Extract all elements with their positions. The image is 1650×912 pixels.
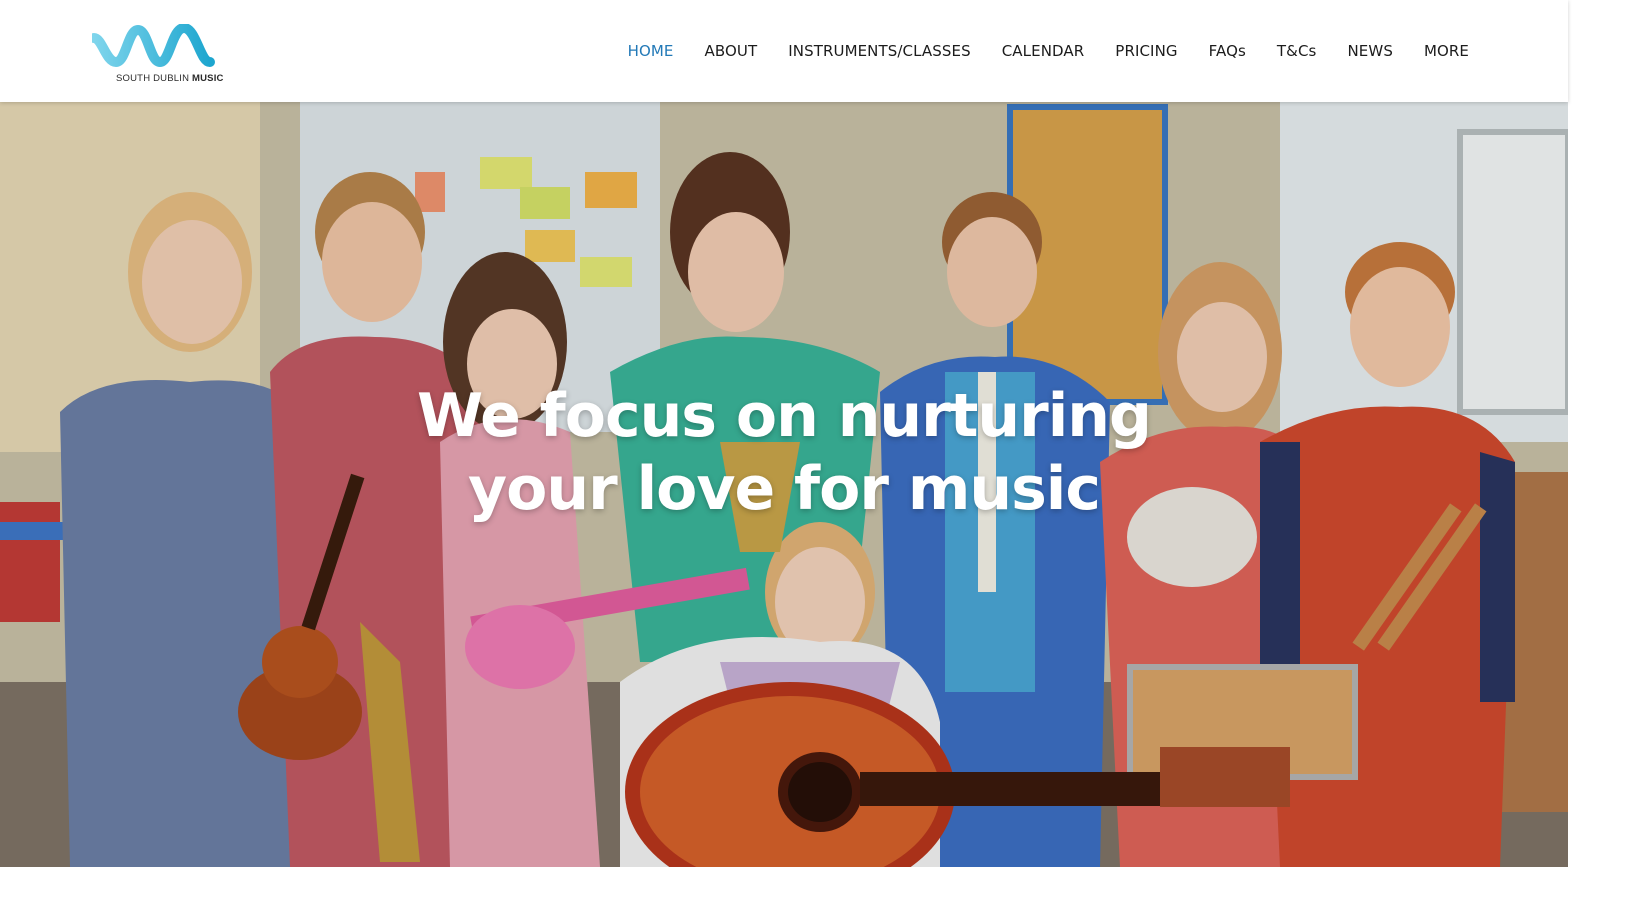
- hero-section: We focus on nurturing your love for musi…: [0, 102, 1568, 867]
- logo-text: SOUTH DUBLIN MUSIC: [116, 73, 224, 84]
- hero-title-line-2: your love for music: [468, 454, 1101, 524]
- nav-instruments-classes[interactable]: INSTRUMENTS/CLASSES: [788, 42, 971, 60]
- nav-about[interactable]: ABOUT: [704, 42, 757, 60]
- nav-news[interactable]: NEWS: [1347, 42, 1392, 60]
- nav-calendar[interactable]: CALENDAR: [1002, 42, 1085, 60]
- hero-title: We focus on nurturing your love for musi…: [384, 380, 1184, 526]
- nav-pricing[interactable]: PRICING: [1115, 42, 1177, 60]
- nav-tcs[interactable]: T&Cs: [1277, 42, 1317, 60]
- site-logo[interactable]: SOUTH DUBLIN MUSIC: [92, 24, 224, 86]
- nav-faqs[interactable]: FAQs: [1209, 42, 1246, 60]
- wave-logo-icon: [92, 24, 215, 68]
- hero-title-line-1: We focus on nurturing: [417, 381, 1152, 451]
- site-header: SOUTH DUBLIN MUSIC HOME ABOUT INSTRUMENT…: [0, 0, 1568, 102]
- nav-home[interactable]: HOME: [628, 42, 674, 60]
- main-nav: HOME ABOUT INSTRUMENTS/CLASSES CALENDAR …: [628, 42, 1469, 60]
- nav-more[interactable]: MORE: [1424, 42, 1469, 60]
